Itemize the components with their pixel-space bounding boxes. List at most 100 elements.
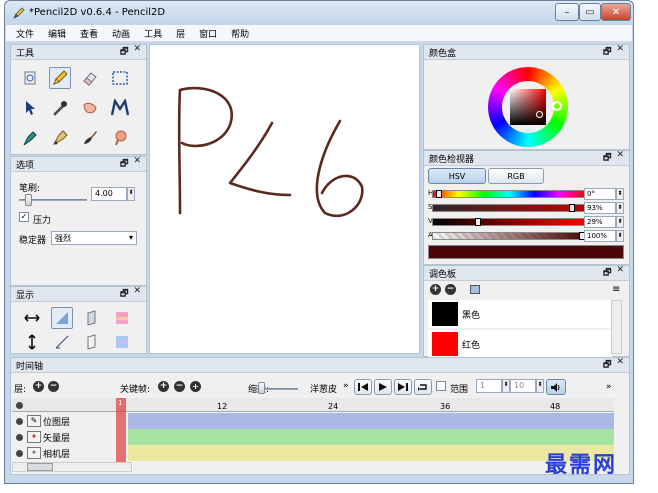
remove-color-icon[interactable]: − xyxy=(445,284,456,295)
menu-layer[interactable]: 层 xyxy=(174,27,187,40)
overlay-button[interactable] xyxy=(51,307,73,329)
thin-lines-button[interactable] xyxy=(51,331,73,353)
menu-view[interactable]: 查看 xyxy=(78,27,100,40)
menu-tools[interactable]: 工具 xyxy=(142,27,164,40)
palette-scrollbar[interactable] xyxy=(611,300,622,354)
pen-tool-button[interactable] xyxy=(19,127,41,149)
visibility-icon[interactable] xyxy=(16,449,23,457)
close-icon[interactable]: ✕ xyxy=(133,156,141,172)
horizontal-flip-button[interactable] xyxy=(21,307,43,329)
close-icon[interactable]: ✕ xyxy=(616,265,624,281)
close-icon[interactable]: ✕ xyxy=(616,357,624,373)
next-key-button[interactable] xyxy=(394,379,412,395)
camera-onion-button[interactable] xyxy=(111,331,133,353)
fill-tool-button[interactable] xyxy=(109,127,131,149)
menu-animation[interactable]: 动画 xyxy=(110,27,132,40)
prev-key-button[interactable] xyxy=(354,379,372,395)
layer-row[interactable]: ✎ 位图层 xyxy=(12,413,614,429)
vertical-flip-button[interactable] xyxy=(21,331,43,353)
close-icon[interactable]: ✕ xyxy=(616,44,624,60)
duplicate-keyframe-icon[interactable]: + xyxy=(190,381,201,392)
menu-edit[interactable]: 编辑 xyxy=(46,27,68,40)
add-layer-icon[interactable]: + xyxy=(33,381,44,392)
close-icon[interactable]: ✕ xyxy=(133,44,141,60)
zoom-thumb[interactable] xyxy=(258,382,265,394)
timeline-scrollbar[interactable] xyxy=(12,462,132,472)
minimize-button[interactable]: – xyxy=(555,3,579,21)
bucket-tool-button[interactable] xyxy=(49,127,71,149)
range-end-field[interactable]: 10 xyxy=(510,379,536,393)
value-value[interactable]: 29% xyxy=(584,216,616,228)
brush-size-field[interactable]: 4.00 xyxy=(91,187,127,201)
float-icon[interactable]: 🗗 xyxy=(603,265,611,281)
visibility-icon[interactable] xyxy=(16,433,23,441)
palette-item[interactable]: 红色 xyxy=(428,330,612,358)
title-bar[interactable]: *Pencil2D v0.6.4 - Pencil2D – ▭ ✕ xyxy=(5,1,633,25)
range-start-spinner[interactable]: ⬍ xyxy=(502,379,510,393)
saturation-value[interactable]: 93% xyxy=(584,202,616,214)
brush-size-spinner[interactable]: ⬍ xyxy=(127,187,135,201)
hue-value[interactable]: 0° xyxy=(584,188,616,200)
eraser-tool-button[interactable] xyxy=(79,67,101,89)
sv-selector[interactable] xyxy=(536,111,543,118)
range-checkbox[interactable] xyxy=(436,381,446,391)
float-icon[interactable]: 🗗 xyxy=(603,44,611,60)
menu-help[interactable]: 帮助 xyxy=(229,27,251,40)
more-icon[interactable]: » xyxy=(343,381,349,391)
saturation-spinner[interactable]: ⬍ xyxy=(616,202,624,214)
add-keyframe-icon[interactable]: + xyxy=(158,381,169,392)
rgb-button[interactable]: RGB xyxy=(488,168,544,184)
smudge-tool-button[interactable] xyxy=(79,97,101,119)
loop-button[interactable] xyxy=(414,379,432,395)
layer-track[interactable] xyxy=(128,445,614,461)
play-button[interactable] xyxy=(374,379,392,395)
fill-display-button[interactable] xyxy=(81,331,103,353)
brush-tool-button[interactable] xyxy=(79,127,101,149)
clear-tool-button[interactable] xyxy=(19,67,41,89)
saturation-slider[interactable] xyxy=(432,204,586,212)
range-end-spinner[interactable]: ⬍ xyxy=(536,379,544,393)
eyedropper-tool-button[interactable] xyxy=(49,97,71,119)
pointer-tool-button[interactable] xyxy=(19,97,41,119)
alpha-spinner[interactable]: ⬍ xyxy=(616,230,624,242)
select-tool-button[interactable] xyxy=(109,67,131,89)
move-tool-button[interactable] xyxy=(109,97,131,119)
menu-file[interactable]: 文件 xyxy=(14,27,36,40)
float-icon[interactable]: 🗗 xyxy=(120,286,128,302)
value-slider[interactable] xyxy=(432,218,586,226)
hue-selector[interactable] xyxy=(552,101,562,111)
stabilizer-select[interactable]: 强烈 ▾ xyxy=(51,231,137,245)
alpha-slider[interactable] xyxy=(432,232,586,240)
color-wheel[interactable] xyxy=(488,67,568,147)
hue-slider[interactable] xyxy=(432,190,586,198)
close-button[interactable]: ✕ xyxy=(601,3,631,21)
layer-track[interactable] xyxy=(128,429,614,445)
pressure-checkbox[interactable]: ✓ xyxy=(19,212,29,222)
color-onion-button[interactable] xyxy=(111,307,133,329)
saturation-value-square[interactable] xyxy=(510,89,546,125)
hue-spinner[interactable]: ⬍ xyxy=(616,188,624,200)
visibility-all-icon[interactable] xyxy=(16,402,23,409)
maximize-button[interactable]: ▭ xyxy=(579,3,601,21)
remove-keyframe-icon[interactable]: − xyxy=(174,381,185,392)
remove-layer-icon[interactable]: − xyxy=(48,381,59,392)
layer-row[interactable]: ✦ 矢量层 xyxy=(12,429,614,445)
sound-button[interactable] xyxy=(546,379,566,395)
drawing-canvas[interactable] xyxy=(149,44,420,354)
range-start-field[interactable]: 1 xyxy=(476,379,502,393)
menu-window[interactable]: 窗口 xyxy=(197,27,219,40)
alpha-value[interactable]: 100% xyxy=(584,230,616,242)
layer-track[interactable] xyxy=(128,413,614,429)
brush-size-thumb[interactable] xyxy=(25,194,32,206)
palette-item[interactable]: 黑色 xyxy=(428,300,612,328)
add-color-icon[interactable]: + xyxy=(430,284,441,295)
overflow-icon[interactable]: » xyxy=(606,382,612,392)
close-icon[interactable]: ✕ xyxy=(616,150,624,166)
float-icon[interactable]: 🗗 xyxy=(120,156,128,172)
layer-row[interactable]: ⚬ 相机层 xyxy=(12,445,614,461)
float-icon[interactable]: 🗗 xyxy=(603,150,611,166)
hsv-button[interactable]: HSV xyxy=(428,168,486,184)
close-icon[interactable]: ✕ xyxy=(133,286,141,302)
float-icon[interactable]: 🗗 xyxy=(120,44,128,60)
float-icon[interactable]: 🗗 xyxy=(603,357,611,373)
